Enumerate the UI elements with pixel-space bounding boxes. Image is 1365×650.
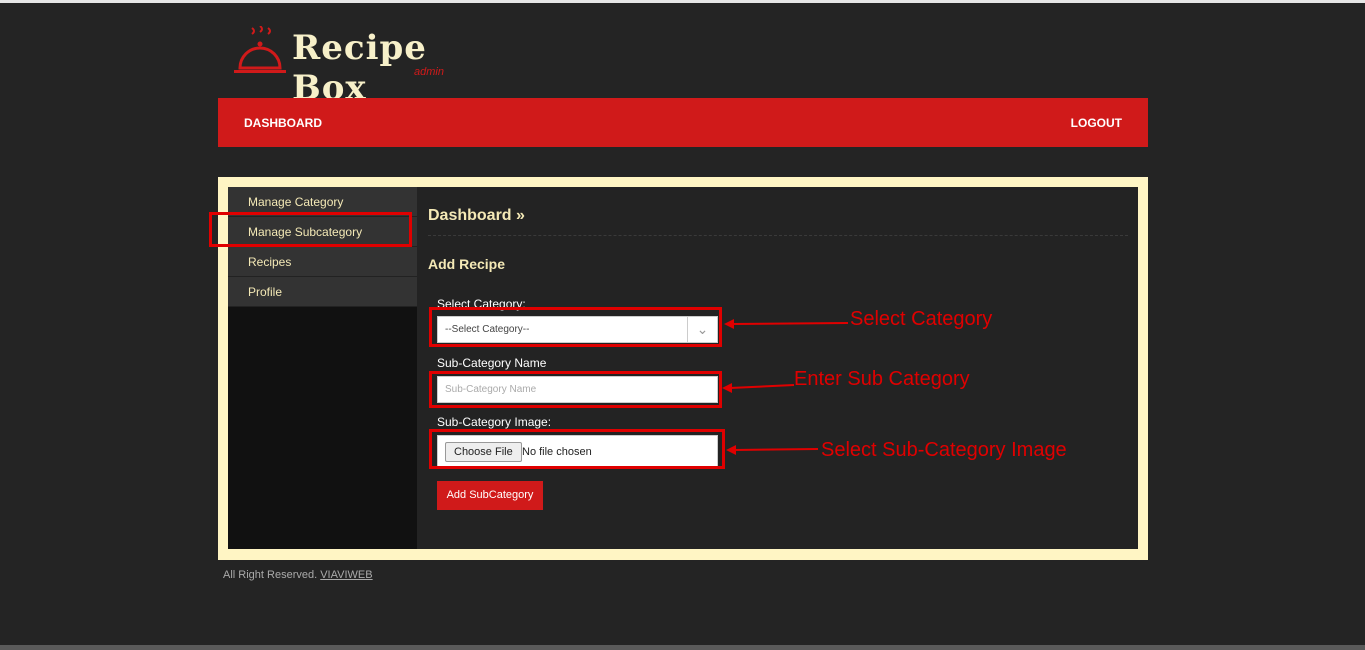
category-select[interactable]: --Select Category-- ⌄: [437, 316, 718, 343]
add-subcategory-button[interactable]: Add SubCategory: [437, 481, 543, 510]
sidebar-item-profile[interactable]: Profile: [228, 277, 417, 307]
annotation-select-category: Select Category: [850, 308, 993, 330]
nav-dashboard-link[interactable]: DASHBOARD: [244, 116, 322, 130]
annotation-enter-sub-category: Enter Sub Category: [794, 368, 970, 390]
breadcrumb[interactable]: Dashboard »: [428, 207, 1128, 225]
choose-file-button[interactable]: Choose File: [445, 442, 522, 462]
section-title: Add Recipe: [428, 256, 506, 272]
category-label: Select Category:: [437, 297, 526, 311]
taskbar: [0, 645, 1365, 650]
divider: [428, 235, 1128, 236]
top-border: [0, 0, 1365, 3]
cloche-icon: [234, 26, 286, 73]
subcategory-image-label: Sub-Category Image:: [437, 415, 552, 429]
sidebar-item-manage-subcategory[interactable]: Manage Subcategory: [228, 217, 417, 247]
logo[interactable]: Recipe Box admin: [232, 26, 472, 108]
logo-title: Recipe Box: [292, 28, 427, 108]
annotation-select-image: Select Sub-Category Image: [821, 439, 1067, 461]
top-navbar: DASHBOARD LOGOUT: [218, 98, 1148, 147]
logo-subtitle: admin: [414, 66, 444, 78]
subcategory-name-input[interactable]: [437, 376, 718, 403]
footer: All Right Reserved. VIAVIWEB: [223, 569, 373, 581]
chevron-down-icon: ⌄: [687, 317, 717, 342]
main-content: Dashboard » Add Recipe: [428, 200, 1128, 272]
category-select-value: --Select Category--: [445, 324, 530, 335]
nav-logout-link[interactable]: LOGOUT: [1071, 116, 1122, 130]
footer-link[interactable]: VIAVIWEB: [320, 569, 372, 581]
file-status-text: No file chosen: [522, 446, 592, 458]
subcategory-name-label: Sub-Category Name: [437, 356, 547, 370]
subcategory-image-field: Choose File No file chosen: [437, 435, 718, 467]
sidebar: Manage Category Manage Subcategory Recip…: [228, 187, 417, 549]
footer-text: All Right Reserved.: [223, 569, 318, 581]
sidebar-item-recipes[interactable]: Recipes: [228, 247, 417, 277]
sidebar-item-manage-category[interactable]: Manage Category: [228, 187, 417, 217]
